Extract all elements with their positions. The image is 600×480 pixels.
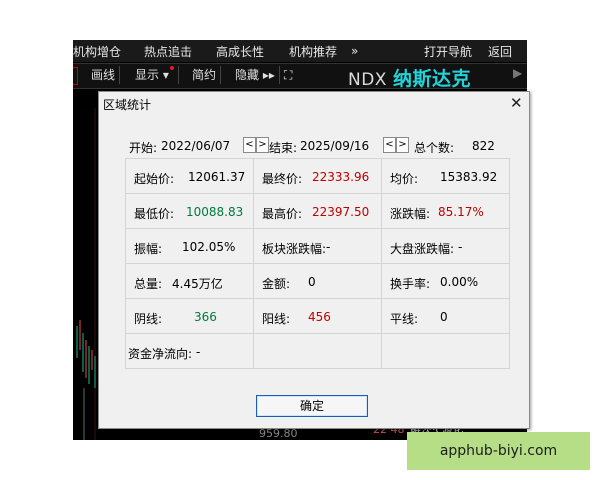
ok-button[interactable]: 确定 xyxy=(256,395,368,417)
low-price-value: 10088.83 xyxy=(186,205,244,219)
turnover-label: 换手率: xyxy=(390,277,431,291)
amplitude-label: 振幅: xyxy=(134,242,163,256)
total-count-value: 822 xyxy=(472,139,495,153)
fullscreen-glyph: ⛶ xyxy=(284,68,293,82)
start-price-label: 起始价: xyxy=(134,172,175,186)
stat-cell-high-price: 最高价: 22397.50 xyxy=(254,194,382,229)
final-price-label: 最终价: xyxy=(262,172,303,186)
end-next-button[interactable]: > xyxy=(396,137,409,153)
high-price-label: 最高价: xyxy=(262,207,303,221)
end-label: 结束: xyxy=(269,141,298,155)
up-candles-label: 阳线: xyxy=(262,312,291,326)
display-label: 显示 xyxy=(135,68,160,82)
stat-cell-empty xyxy=(254,334,382,369)
stat-cell-down-candles: 阴线: 366 xyxy=(126,299,254,334)
stat-cell-flat-candles: 平线: 0 xyxy=(382,299,510,334)
end-date-value: 2025/09/16 xyxy=(300,139,370,153)
change-percent-value: 85.17% xyxy=(438,205,484,219)
total-volume-value: 4.45万亿 xyxy=(172,277,223,291)
stat-cell-up-candles: 阳线: 456 xyxy=(254,299,382,334)
fullscreen-icon[interactable]: ⛶ xyxy=(280,66,296,84)
average-price-value: 15383.92 xyxy=(440,170,498,184)
stat-cell-low-price: 最低价: 10088.83 xyxy=(126,194,254,229)
statistics-grid: 起始价: 12061.37 最终价: 22333.96 均价: 15383.92… xyxy=(125,158,510,369)
start-price-value: 12061.37 xyxy=(188,170,246,184)
draw-line-label: 画线 xyxy=(91,68,116,82)
draw-line-button[interactable]: 画线 xyxy=(87,66,121,84)
start-label: 开始: xyxy=(129,141,158,155)
toolbar-indicator xyxy=(73,67,78,85)
flat-candles-label: 平线: xyxy=(390,312,419,326)
menu-institution-recommend[interactable]: 机构推荐 xyxy=(289,43,337,60)
simple-mode-label: 简约 xyxy=(192,68,217,82)
market-change-value: - xyxy=(458,240,463,254)
low-price-label: 最低价: xyxy=(134,207,175,221)
down-candles-value: 366 xyxy=(194,310,217,324)
dialog-title: 区域统计 xyxy=(103,98,152,112)
ticker-symbol: NDX xyxy=(348,70,387,90)
sector-change-value: - xyxy=(326,240,331,254)
stat-cell-amplitude: 振幅: 102.05% xyxy=(126,229,254,264)
market-change-label: 大盘涨跌幅: xyxy=(390,242,455,256)
total-volume-label: 总量: xyxy=(134,277,163,291)
start-prev-button[interactable]: < xyxy=(243,137,256,153)
sector-change-label: 板块涨跌幅: xyxy=(262,242,327,256)
menu-open-navigation[interactable]: 打开导航 xyxy=(424,43,472,60)
stat-cell-turnover: 换手率: 0.00% xyxy=(382,264,510,299)
menu-high-growth[interactable]: 高成长性 xyxy=(216,43,264,60)
site-watermark: apphub-biyi.com xyxy=(407,432,590,470)
start-date-value: 2022/06/07 xyxy=(161,139,231,153)
hide-button[interactable]: 隐藏 ▸▸ xyxy=(231,66,280,84)
net-fund-flow-value: - xyxy=(196,345,201,359)
high-price-value: 22397.50 xyxy=(312,205,370,219)
stat-cell-average-price: 均价: 15383.92 xyxy=(382,159,510,194)
net-fund-flow-label: 资金净流向: xyxy=(128,347,193,361)
amount-value: 0 xyxy=(308,275,316,289)
ticker-name: 纳斯达克 xyxy=(392,68,471,90)
ticker-display: NDX 纳斯达克 xyxy=(348,64,471,91)
menu-back[interactable]: 返回 xyxy=(488,43,512,60)
stat-cell-amount: 金额: 0 xyxy=(254,264,382,299)
display-button[interactable]: 显示 ▾ xyxy=(131,66,179,84)
stat-cell-final-price: 最终价: 22333.96 xyxy=(254,159,382,194)
average-price-label: 均价: xyxy=(390,172,419,186)
turnover-value: 0.00% xyxy=(440,275,479,289)
range-statistics-dialog: 区域统计 ✕ 开始: 2022/06/07 < > 结束: 2025/09/16… xyxy=(98,91,530,429)
simple-mode-button[interactable]: 简约 xyxy=(188,66,222,84)
next-ticker-icon[interactable]: ▶ xyxy=(513,66,522,80)
start-next-button[interactable]: > xyxy=(256,137,269,153)
menu-institution-increase[interactable]: 机构增仓 xyxy=(73,43,121,60)
total-count-label: 总个数: xyxy=(414,141,455,155)
final-price-value: 22333.96 xyxy=(312,170,370,184)
stat-cell-sector-change: 板块涨跌幅: - xyxy=(254,229,382,264)
stat-cell-start-price: 起始价: 12061.37 xyxy=(126,159,254,194)
notification-dot xyxy=(169,66,174,70)
close-icon[interactable]: ✕ xyxy=(510,94,523,112)
menu-more-icon[interactable]: » xyxy=(351,44,358,58)
stat-cell-total-volume: 总量: 4.45万亿 xyxy=(126,264,254,299)
end-prev-button[interactable]: < xyxy=(383,137,396,153)
stat-cell-empty xyxy=(382,334,510,369)
up-candles-value: 456 xyxy=(308,310,331,324)
hide-label: 隐藏 ▸▸ xyxy=(235,68,275,82)
amount-label: 金额: xyxy=(262,277,291,291)
stat-cell-net-fund-flow: 资金净流向: - xyxy=(126,334,254,369)
change-percent-label: 涨跌幅: xyxy=(390,207,431,221)
top-menu-bar: 机构增仓 热点追击 高成长性 机构推荐 » 打开导航 返回 xyxy=(73,40,527,62)
down-candles-label: 阴线: xyxy=(134,312,163,326)
candlestick-sticks xyxy=(76,320,96,388)
menu-hotspot-chase[interactable]: 热点追击 xyxy=(144,43,192,60)
stat-cell-change-percent: 涨跌幅: 85.17% xyxy=(382,194,510,229)
flat-candles-value: 0 xyxy=(440,310,448,324)
chart-toolbar: 画线 显示 ▾ 简约 隐藏 ▸▸ ⛶ NDX 纳斯达克 ▶ xyxy=(73,63,527,91)
chevron-down-icon: ▾ xyxy=(162,68,169,82)
stat-cell-market-change: 大盘涨跌幅: - xyxy=(382,229,510,264)
amplitude-value: 102.05% xyxy=(182,240,236,254)
